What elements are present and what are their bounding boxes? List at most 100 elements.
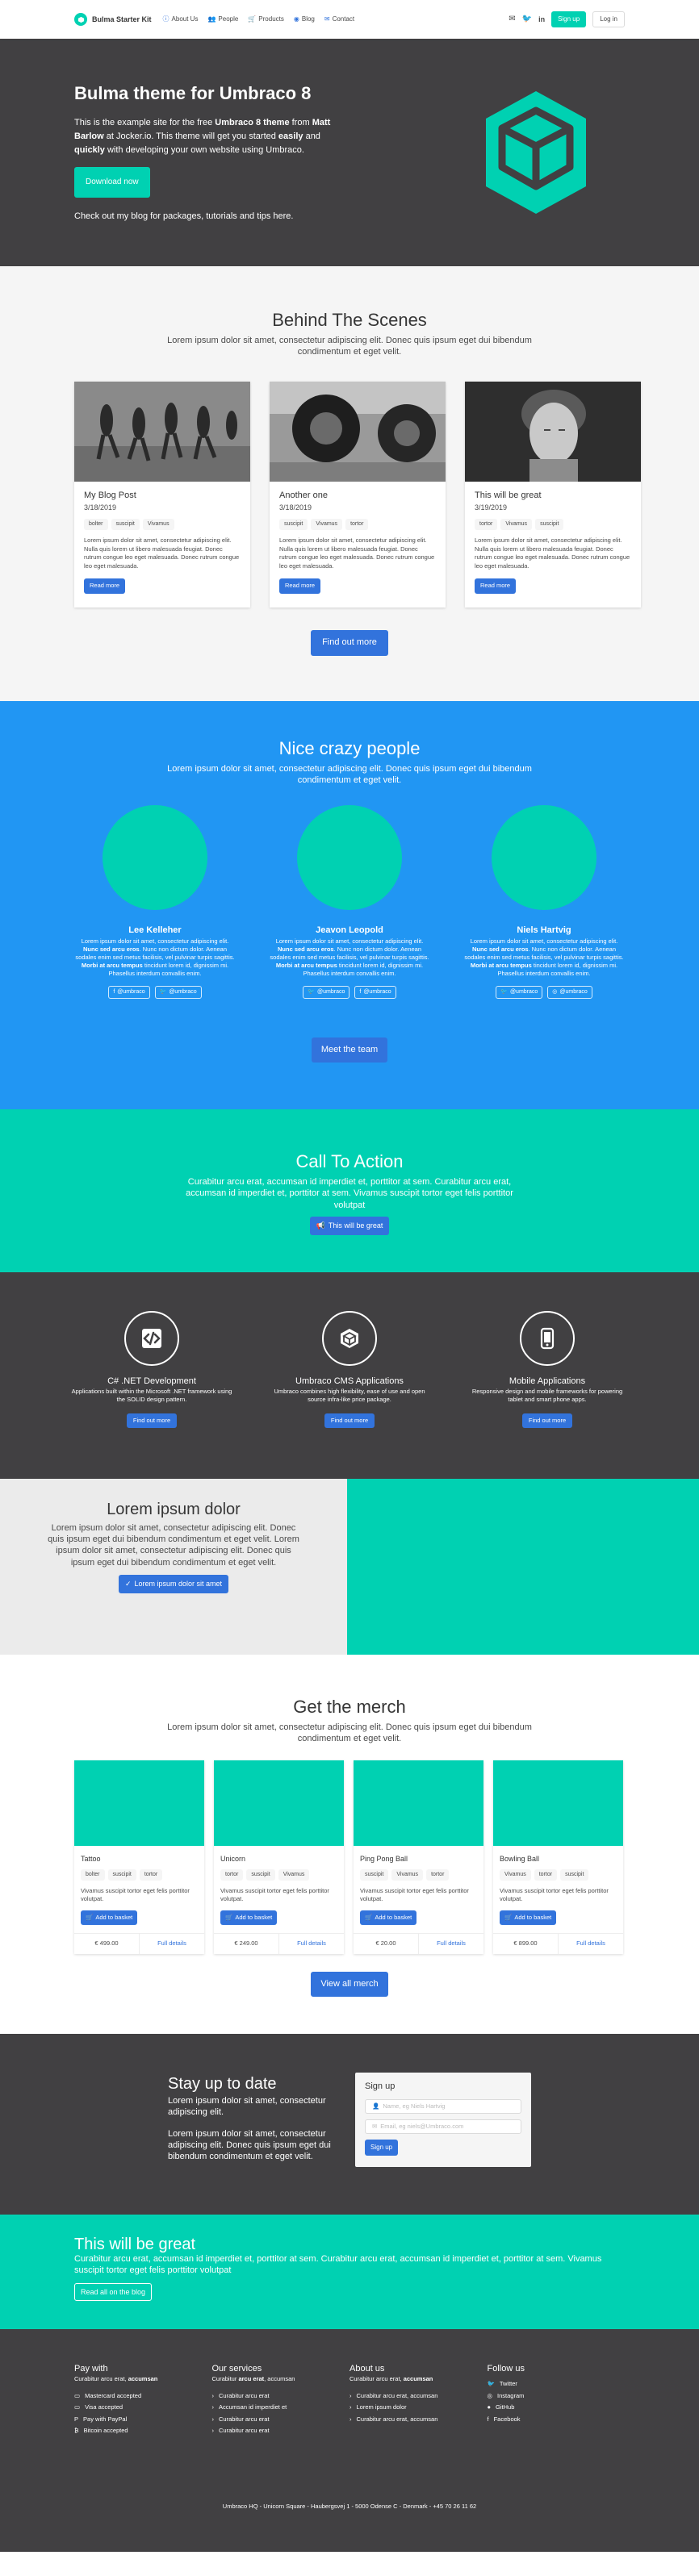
footer-heading: About us (350, 2363, 385, 2374)
nav-contact[interactable]: ✉ Contact (324, 15, 354, 23)
envelope-icon: ✉ (372, 2123, 378, 2131)
tag[interactable]: suscipit (279, 519, 308, 531)
footer-item[interactable]: › Curabitur arcu erat (212, 2392, 350, 2401)
tag[interactable]: suscipit (360, 1868, 389, 1881)
person-card: Lee Kelleher Lorem ipsum dolor sit amet,… (74, 805, 236, 999)
tag[interactable]: bolter (84, 519, 108, 531)
tag[interactable]: suscipit (535, 519, 564, 531)
footer-item[interactable]: ₿ Bitcoin accepted (74, 2427, 212, 2436)
instagram-link[interactable]: ◎ @umbraco (547, 986, 592, 999)
tag[interactable]: Vivamus (278, 1868, 310, 1881)
full-details-link[interactable]: Full details (139, 1934, 204, 1954)
footer-item[interactable]: › Lorem ipsum dolor (350, 2403, 488, 2412)
blog-card[interactable]: This will be great 3/19/2019 tortor Vivam… (465, 382, 641, 608)
footer-item[interactable]: ▭ Mastercard accepted (74, 2392, 212, 2401)
signup-button[interactable]: Sign up (551, 11, 587, 27)
product-card: Tattoo bolter suscipit tortor Vivamus susc… (74, 1760, 204, 1954)
paypal-icon: P (74, 2415, 79, 2423)
tag[interactable]: suscipit (107, 1868, 136, 1881)
find-out-more-button[interactable]: Find out more (311, 630, 388, 656)
twitter-link[interactable]: 🐦 @umbraco (154, 986, 202, 999)
read-more-button[interactable]: Read more (279, 578, 321, 594)
service-title: Mobile Applications (509, 1376, 586, 1386)
signup-submit-button[interactable]: Sign up (365, 2140, 399, 2156)
twitter-link[interactable]: 🐦 @umbraco (496, 986, 543, 999)
tag[interactable]: Vivamus (500, 1868, 531, 1881)
service-item: C# .NET Development Applications built w… (71, 1310, 232, 1429)
envelope-icon[interactable]: ✉ (509, 14, 515, 25)
footer-heading: Pay with (74, 2363, 108, 2374)
add-to-basket-button[interactable]: 🛒 Add to basket (360, 1910, 417, 1926)
find-out-more-button[interactable]: Find out more (521, 1413, 573, 1429)
tag[interactable]: tortor (345, 519, 369, 531)
add-to-basket-button[interactable]: 🛒 Add to basket (500, 1910, 557, 1926)
footer-item[interactable]: › Accumsan id imperdiet et (212, 2403, 350, 2412)
blog-card-title[interactable]: This will be great (475, 490, 631, 502)
tag[interactable]: suscipit (111, 519, 140, 531)
tag[interactable]: tortor (534, 1868, 558, 1881)
email-field[interactable]: ✉ Email, eg niels@Umbraco.com (365, 2119, 521, 2135)
nav-about[interactable]: ⓘ About Us (163, 15, 199, 23)
tag[interactable]: Vivamus (142, 519, 174, 531)
full-details-link[interactable]: Full details (558, 1934, 623, 1954)
tag[interactable]: suscipit (246, 1868, 275, 1881)
tag[interactable]: Vivamus (391, 1868, 424, 1881)
product-text: Vivamus suscipit tortor eget felis portt… (360, 1886, 469, 1903)
twitter-icon[interactable]: 🐦 (522, 14, 532, 25)
person-bio: Lorem ipsum dolor sit amet, consectetur … (464, 937, 624, 978)
meet-team-button[interactable]: Meet the team (311, 1037, 388, 1063)
person-card: Niels Hartvig Lorem ipsum dolor sit amet… (463, 805, 625, 999)
logo-icon (74, 13, 87, 26)
footer-item[interactable]: P Pay with PayPal (74, 2415, 212, 2424)
footer-item[interactable]: › Curabitur arcu erat (212, 2415, 350, 2424)
tag[interactable]: tortor (139, 1868, 163, 1881)
full-details-link[interactable]: Full details (278, 1934, 344, 1954)
cart-icon: 🛒 (86, 1913, 94, 1921)
name-field[interactable]: 👤 Name, eg Niels Hartvig (365, 2099, 521, 2115)
blog-card-title[interactable]: Another one (279, 490, 436, 502)
twitter-link[interactable]: 🐦 @umbraco (303, 986, 350, 999)
chevron-right-icon: › (211, 2391, 215, 2399)
footer-item[interactable]: ● GitHub (488, 2403, 626, 2412)
footer-item[interactable]: f Facebook (488, 2415, 626, 2424)
nav-people[interactable]: 👥 People (207, 15, 238, 23)
facebook-link[interactable]: f @umbraco (354, 986, 396, 999)
tag[interactable]: tortor (220, 1868, 244, 1881)
download-button[interactable]: Download now (74, 167, 150, 198)
footer-item[interactable]: › Curabitur arcu erat, accumsan (350, 2415, 488, 2424)
blog-card-title[interactable]: My Blog Post (84, 490, 241, 502)
facebook-link[interactable]: f @umbraco (108, 986, 150, 999)
info-icon: ⓘ (162, 15, 170, 23)
tag[interactable]: tortor (426, 1868, 450, 1881)
footer-item[interactable]: ◎ Instagram (488, 2392, 626, 2401)
credit-card-icon: ▭ (74, 2403, 81, 2411)
blog-card[interactable]: Another one 3/18/2019 suscipit Vivamus tor… (270, 382, 446, 608)
add-to-basket-button[interactable]: 🛒 Add to basket (81, 1910, 138, 1926)
add-to-basket-button[interactable]: 🛒 Add to basket (220, 1910, 278, 1926)
find-out-more-button[interactable]: Find out more (126, 1413, 178, 1429)
twitter-icon: 🐦 (308, 989, 316, 996)
cta-button[interactable]: 📢 This will be great (309, 1217, 390, 1235)
tag[interactable]: tortor (475, 519, 498, 531)
split-button[interactable]: ✓ Lorem ipsum dolor sit amet (118, 1574, 229, 1593)
tag[interactable]: suscipit (560, 1868, 589, 1881)
read-blog-button[interactable]: Read all on the blog (74, 2282, 153, 2302)
tag[interactable]: bolter (81, 1868, 105, 1881)
footer-item[interactable]: › Curabitur arcu erat (212, 2427, 350, 2436)
brand-link[interactable]: Bulma Starter Kit (74, 13, 152, 26)
footer-item[interactable]: 🐦 Twitter (488, 2380, 626, 2389)
tag[interactable]: Vivamus (311, 519, 343, 531)
view-all-merch-button[interactable]: View all merch (311, 1971, 388, 1997)
footer-item[interactable]: ▭ Visa accepted (74, 2403, 212, 2412)
full-details-link[interactable]: Full details (418, 1934, 483, 1954)
read-more-button[interactable]: Read more (84, 578, 126, 594)
find-out-more-button[interactable]: Find out more (324, 1413, 375, 1429)
login-button[interactable]: Log in (592, 11, 625, 27)
tag[interactable]: Vivamus (500, 519, 533, 531)
blog-card[interactable]: My Blog Post 3/18/2019 bolter suscipit Viv… (74, 382, 250, 608)
linkedin-icon[interactable]: in (538, 15, 545, 25)
read-more-button[interactable]: Read more (475, 578, 517, 594)
nav-products[interactable]: 🛒 Products (248, 15, 284, 23)
nav-blog[interactable]: ◉ Blog (294, 15, 315, 23)
footer-item[interactable]: › Curabitur arcu erat, accumsan (350, 2392, 488, 2401)
